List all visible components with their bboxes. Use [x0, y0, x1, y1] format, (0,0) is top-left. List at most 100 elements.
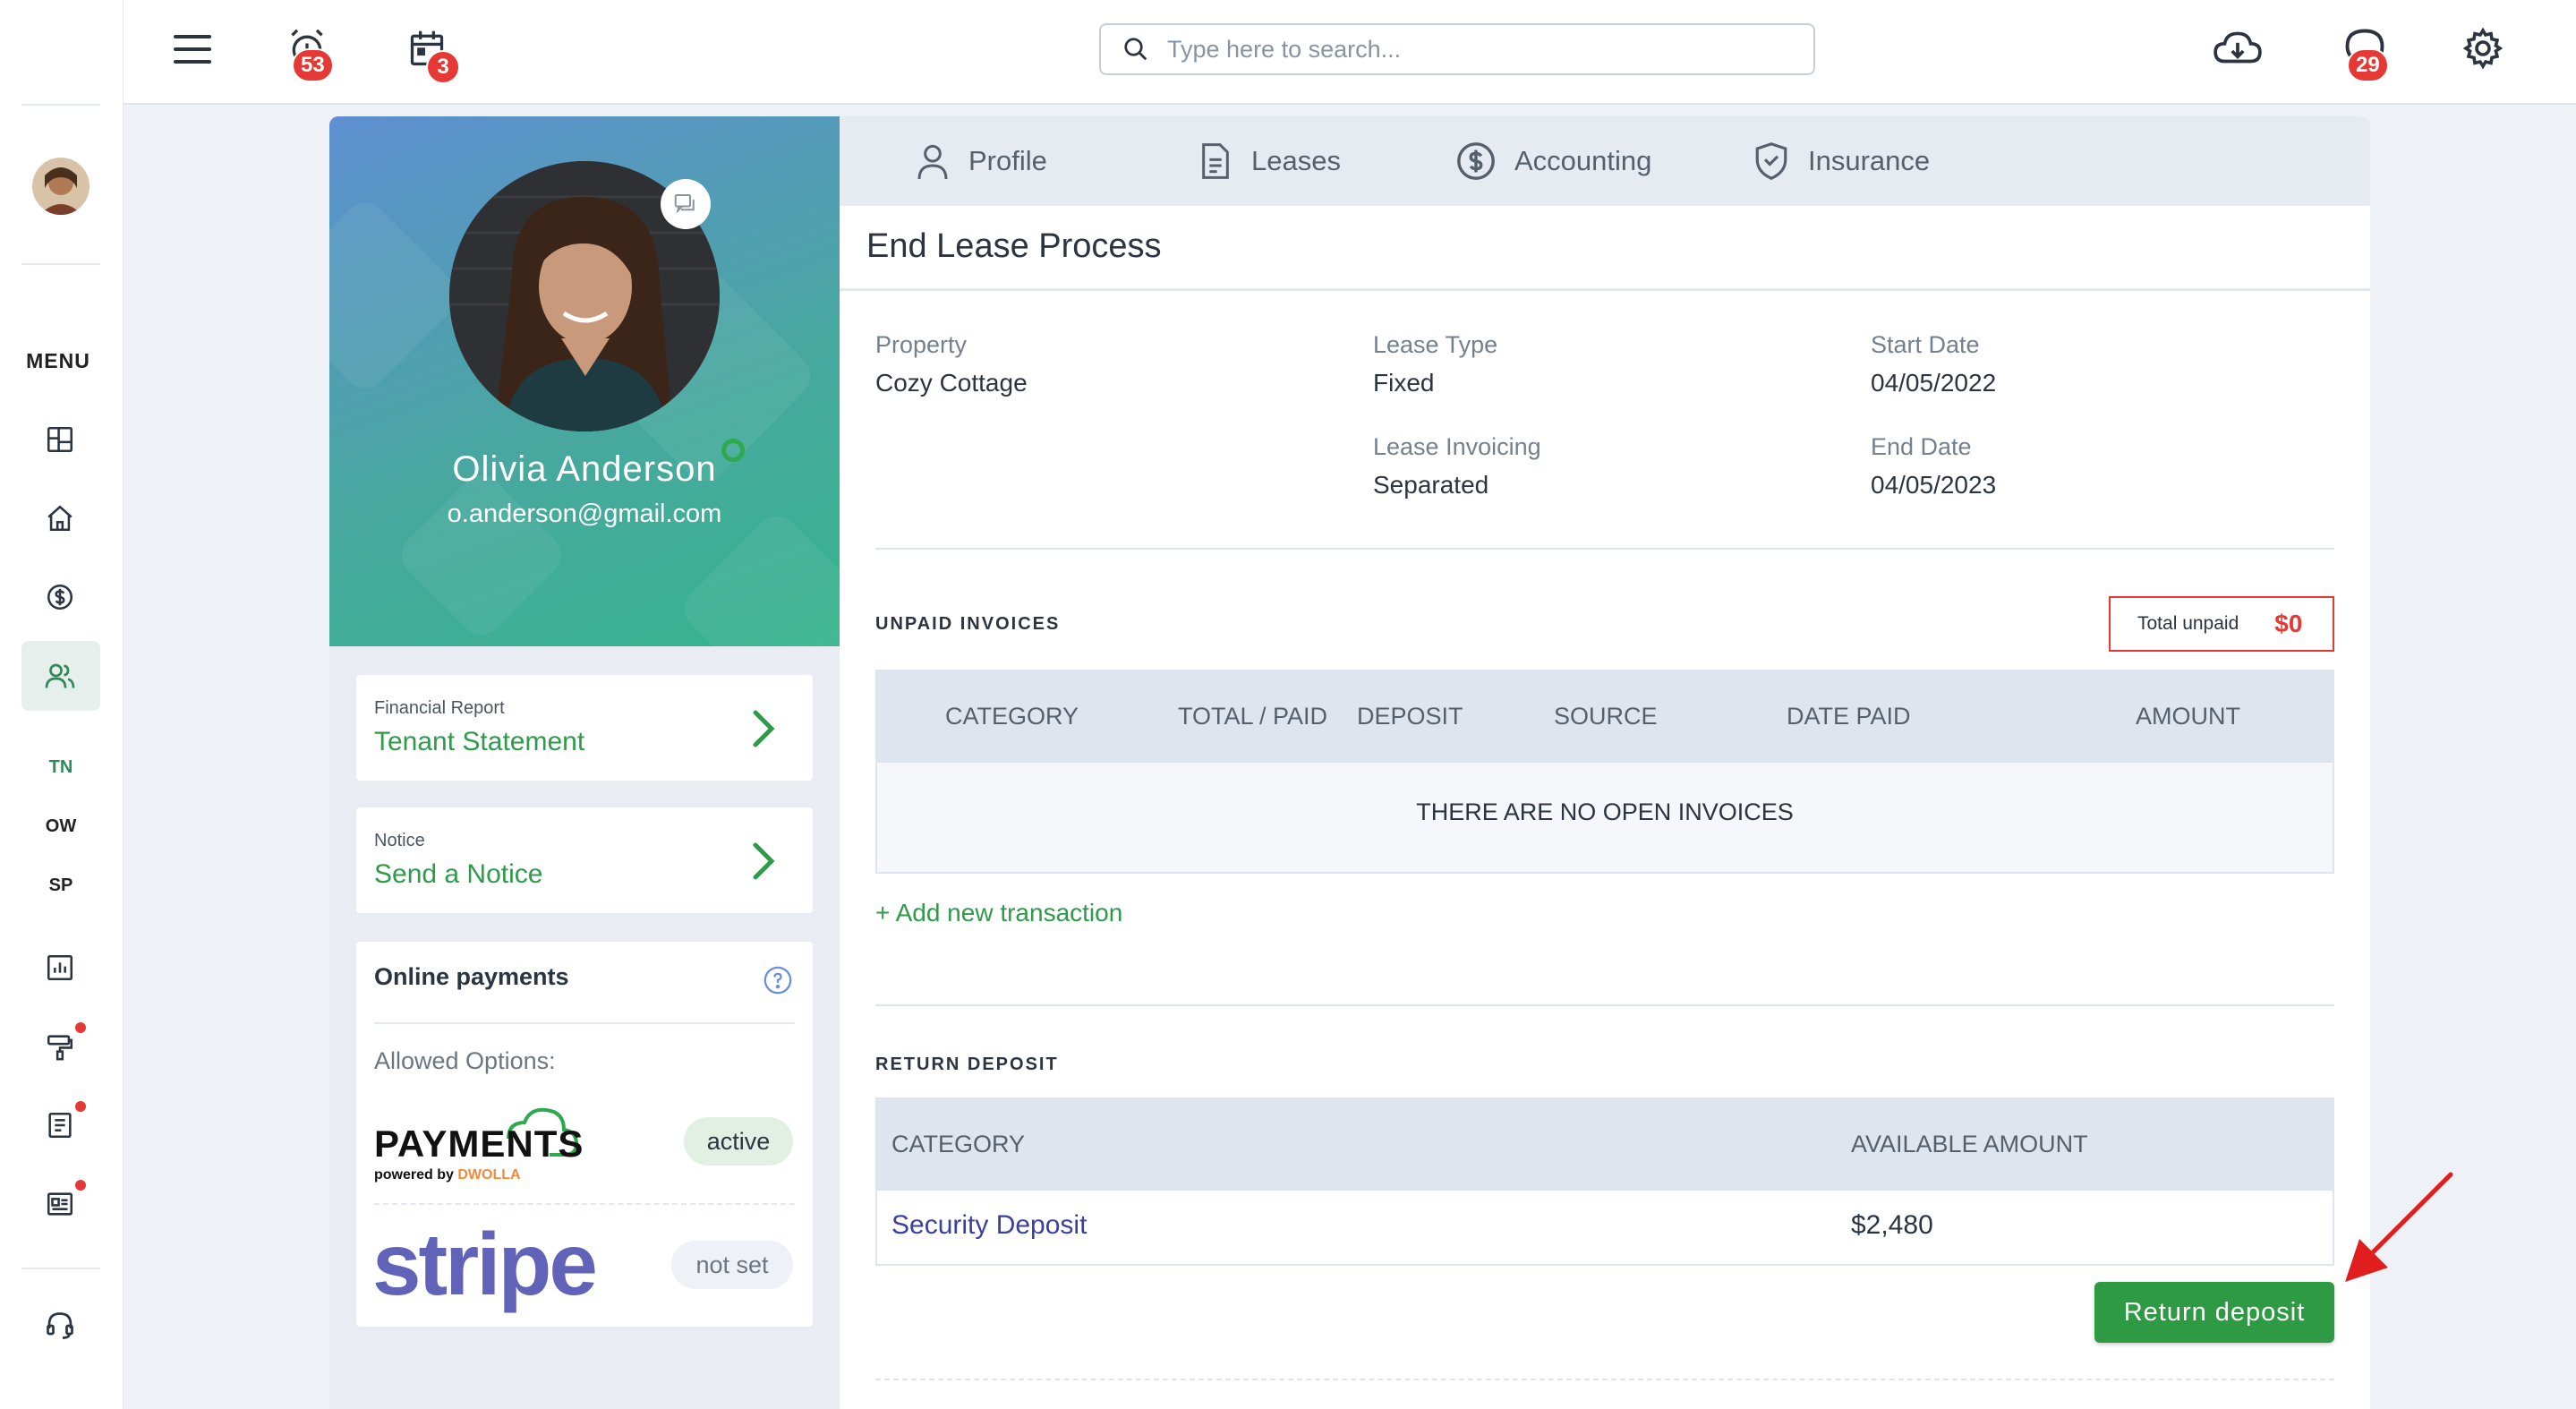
section-divider: [875, 1004, 2334, 1006]
tab-bar: Profile Leases Accounting Insurance: [840, 116, 2370, 206]
tenant-profile-card: Olivia Anderson o.anderson@gmail.com: [329, 116, 840, 646]
notification-dot: [75, 1180, 86, 1191]
sidebar-divider: [21, 104, 100, 106]
page-title: End Lease Process: [866, 227, 1162, 265]
divider: [374, 1022, 795, 1024]
tenants-icon[interactable]: [39, 655, 81, 696]
lease-type-label: Lease Type: [1373, 331, 1498, 358]
shortcut-sp[interactable]: SP: [0, 875, 122, 896]
divider: [374, 1203, 795, 1205]
add-new-transaction-link[interactable]: + Add new transaction: [875, 899, 1122, 927]
powered-by-text: powered by DWOLLA: [374, 1167, 521, 1183]
chat-bubble-icon[interactable]: [661, 179, 711, 229]
accounting-icon[interactable]: [39, 576, 81, 618]
available-amount-value: $2,480: [1851, 1210, 1933, 1240]
shield-icon: [1755, 142, 1787, 180]
card-link-label[interactable]: Send a Notice: [374, 859, 542, 890]
section-divider: [875, 548, 2334, 550]
tab-insurance[interactable]: Insurance: [1753, 116, 1930, 206]
property-label: Property: [875, 331, 968, 358]
lease-invoicing-label: Lease Invoicing: [1373, 433, 1541, 460]
card-link-label[interactable]: Tenant Statement: [374, 727, 584, 757]
column-header[interactable]: AMOUNT: [2136, 670, 2240, 763]
return-deposit-heading: RETURN DEPOSIT: [875, 1055, 1059, 1074]
online-payments-title: Online payments: [374, 963, 569, 990]
calendar-badge: 3: [426, 50, 460, 84]
support-headset-icon[interactable]: [39, 1305, 81, 1346]
end-date-label: End Date: [1871, 433, 1972, 460]
alarm-badge: 53: [292, 48, 334, 82]
help-question-icon[interactable]: [763, 965, 793, 1000]
dashboard-icon[interactable]: [39, 419, 81, 460]
return-deposit-button[interactable]: Return deposit: [2094, 1282, 2334, 1343]
tab-profile[interactable]: Profile: [915, 116, 1047, 206]
search-icon: [1124, 38, 1147, 61]
shortcut-tn[interactable]: TN: [0, 757, 122, 778]
payments-status-badge: active: [684, 1117, 793, 1166]
shortcut-ow[interactable]: OW: [0, 816, 122, 837]
dollar-circle-icon: [1457, 142, 1495, 180]
user-avatar[interactable]: [32, 158, 90, 215]
column-header[interactable]: TOTAL / PAID: [1178, 670, 1327, 763]
end-date-value: 04/05/2023: [1871, 471, 1997, 499]
settings-gear-icon[interactable]: [2456, 21, 2510, 75]
tab-label: Profile: [968, 145, 1047, 176]
tab-label: Insurance: [1808, 145, 1931, 176]
tenant-statement-card[interactable]: Financial Report Tenant Statement: [356, 675, 813, 781]
payments-logo-text: PAYMENTS: [374, 1123, 584, 1165]
unpaid-invoices-table-body: THERE ARE NO OPEN INVOICES: [875, 763, 2334, 874]
tab-accounting[interactable]: Accounting: [1455, 116, 1651, 206]
sidebar-divider: [21, 1268, 100, 1269]
column-header[interactable]: DEPOSIT: [1357, 670, 1463, 763]
column-header[interactable]: CATEGORY: [945, 670, 1079, 763]
tab-label: Leases: [1251, 145, 1341, 176]
start-date-label: Start Date: [1871, 331, 1980, 358]
tab-label: Accounting: [1514, 145, 1652, 176]
chevron-right-icon: [750, 709, 777, 753]
search-input[interactable]: [1167, 35, 1776, 64]
empty-state-message: THERE ARE NO OPEN INVOICES: [1416, 798, 1794, 825]
cloud-download-icon[interactable]: [2209, 21, 2266, 75]
dwolla-brand: DWOLLA: [457, 1167, 521, 1183]
notification-dot: [75, 1101, 86, 1112]
home-icon[interactable]: [39, 498, 81, 539]
listings-icon[interactable]: [39, 1183, 81, 1225]
security-deposit-link[interactable]: Security Deposit: [891, 1210, 1087, 1241]
start-date-value: 04/05/2022: [1871, 369, 1997, 397]
documents-icon[interactable]: [39, 1105, 81, 1146]
background-decoration: [329, 193, 467, 397]
allowed-options-label: Allowed Options:: [374, 1047, 556, 1074]
lease-invoicing-value: Separated: [1373, 471, 1489, 499]
unpaid-invoices-table-header: CATEGORY TOTAL / PAID DEPOSIT SOURCE DAT…: [875, 670, 2334, 763]
search-bar[interactable]: [1099, 23, 1815, 75]
column-header[interactable]: SOURCE: [1554, 670, 1658, 763]
online-payments-card: Online payments Allowed Options: PAYMENT…: [356, 942, 813, 1327]
bottom-divider: [875, 1379, 2334, 1380]
tenant-email: o.anderson@gmail.com: [447, 500, 722, 528]
person-icon: [917, 144, 948, 180]
property-value: Cozy Cottage: [875, 369, 1028, 397]
stripe-status-badge: not set: [671, 1241, 793, 1289]
tab-leases[interactable]: Leases: [1198, 116, 1341, 206]
powered-by-label: powered by: [374, 1167, 454, 1183]
sidebar-divider: [21, 263, 100, 265]
total-unpaid-box: Total unpaid $0: [2109, 596, 2334, 652]
hamburger-menu-icon[interactable]: [170, 27, 215, 72]
notification-dot: [75, 1022, 86, 1033]
tenant-name: Olivia Anderson: [452, 449, 717, 489]
chevron-right-icon: [750, 841, 777, 885]
column-header[interactable]: DATE PAID: [1787, 670, 1911, 763]
total-unpaid-label: Total unpaid: [2137, 613, 2239, 634]
send-notice-card[interactable]: Notice Send a Notice: [356, 807, 813, 913]
document-icon: [1202, 143, 1229, 179]
reports-icon[interactable]: [39, 947, 81, 988]
red-arrow-annotation: [2334, 1167, 2460, 1297]
title-divider: [840, 288, 2370, 291]
maintenance-icon[interactable]: [39, 1026, 81, 1067]
column-header[interactable]: CATEGORY: [891, 1097, 1025, 1191]
stripe-logo: stripe: [372, 1215, 598, 1313]
column-header[interactable]: AVAILABLE AMOUNT: [1851, 1097, 2088, 1191]
return-deposit-table-header: CATEGORY AVAILABLE AMOUNT: [875, 1097, 2334, 1191]
payments-dwolla-logo: PAYMENTS powered by DWOLLA: [374, 1097, 589, 1187]
lease-type-value: Fixed: [1373, 369, 1435, 397]
